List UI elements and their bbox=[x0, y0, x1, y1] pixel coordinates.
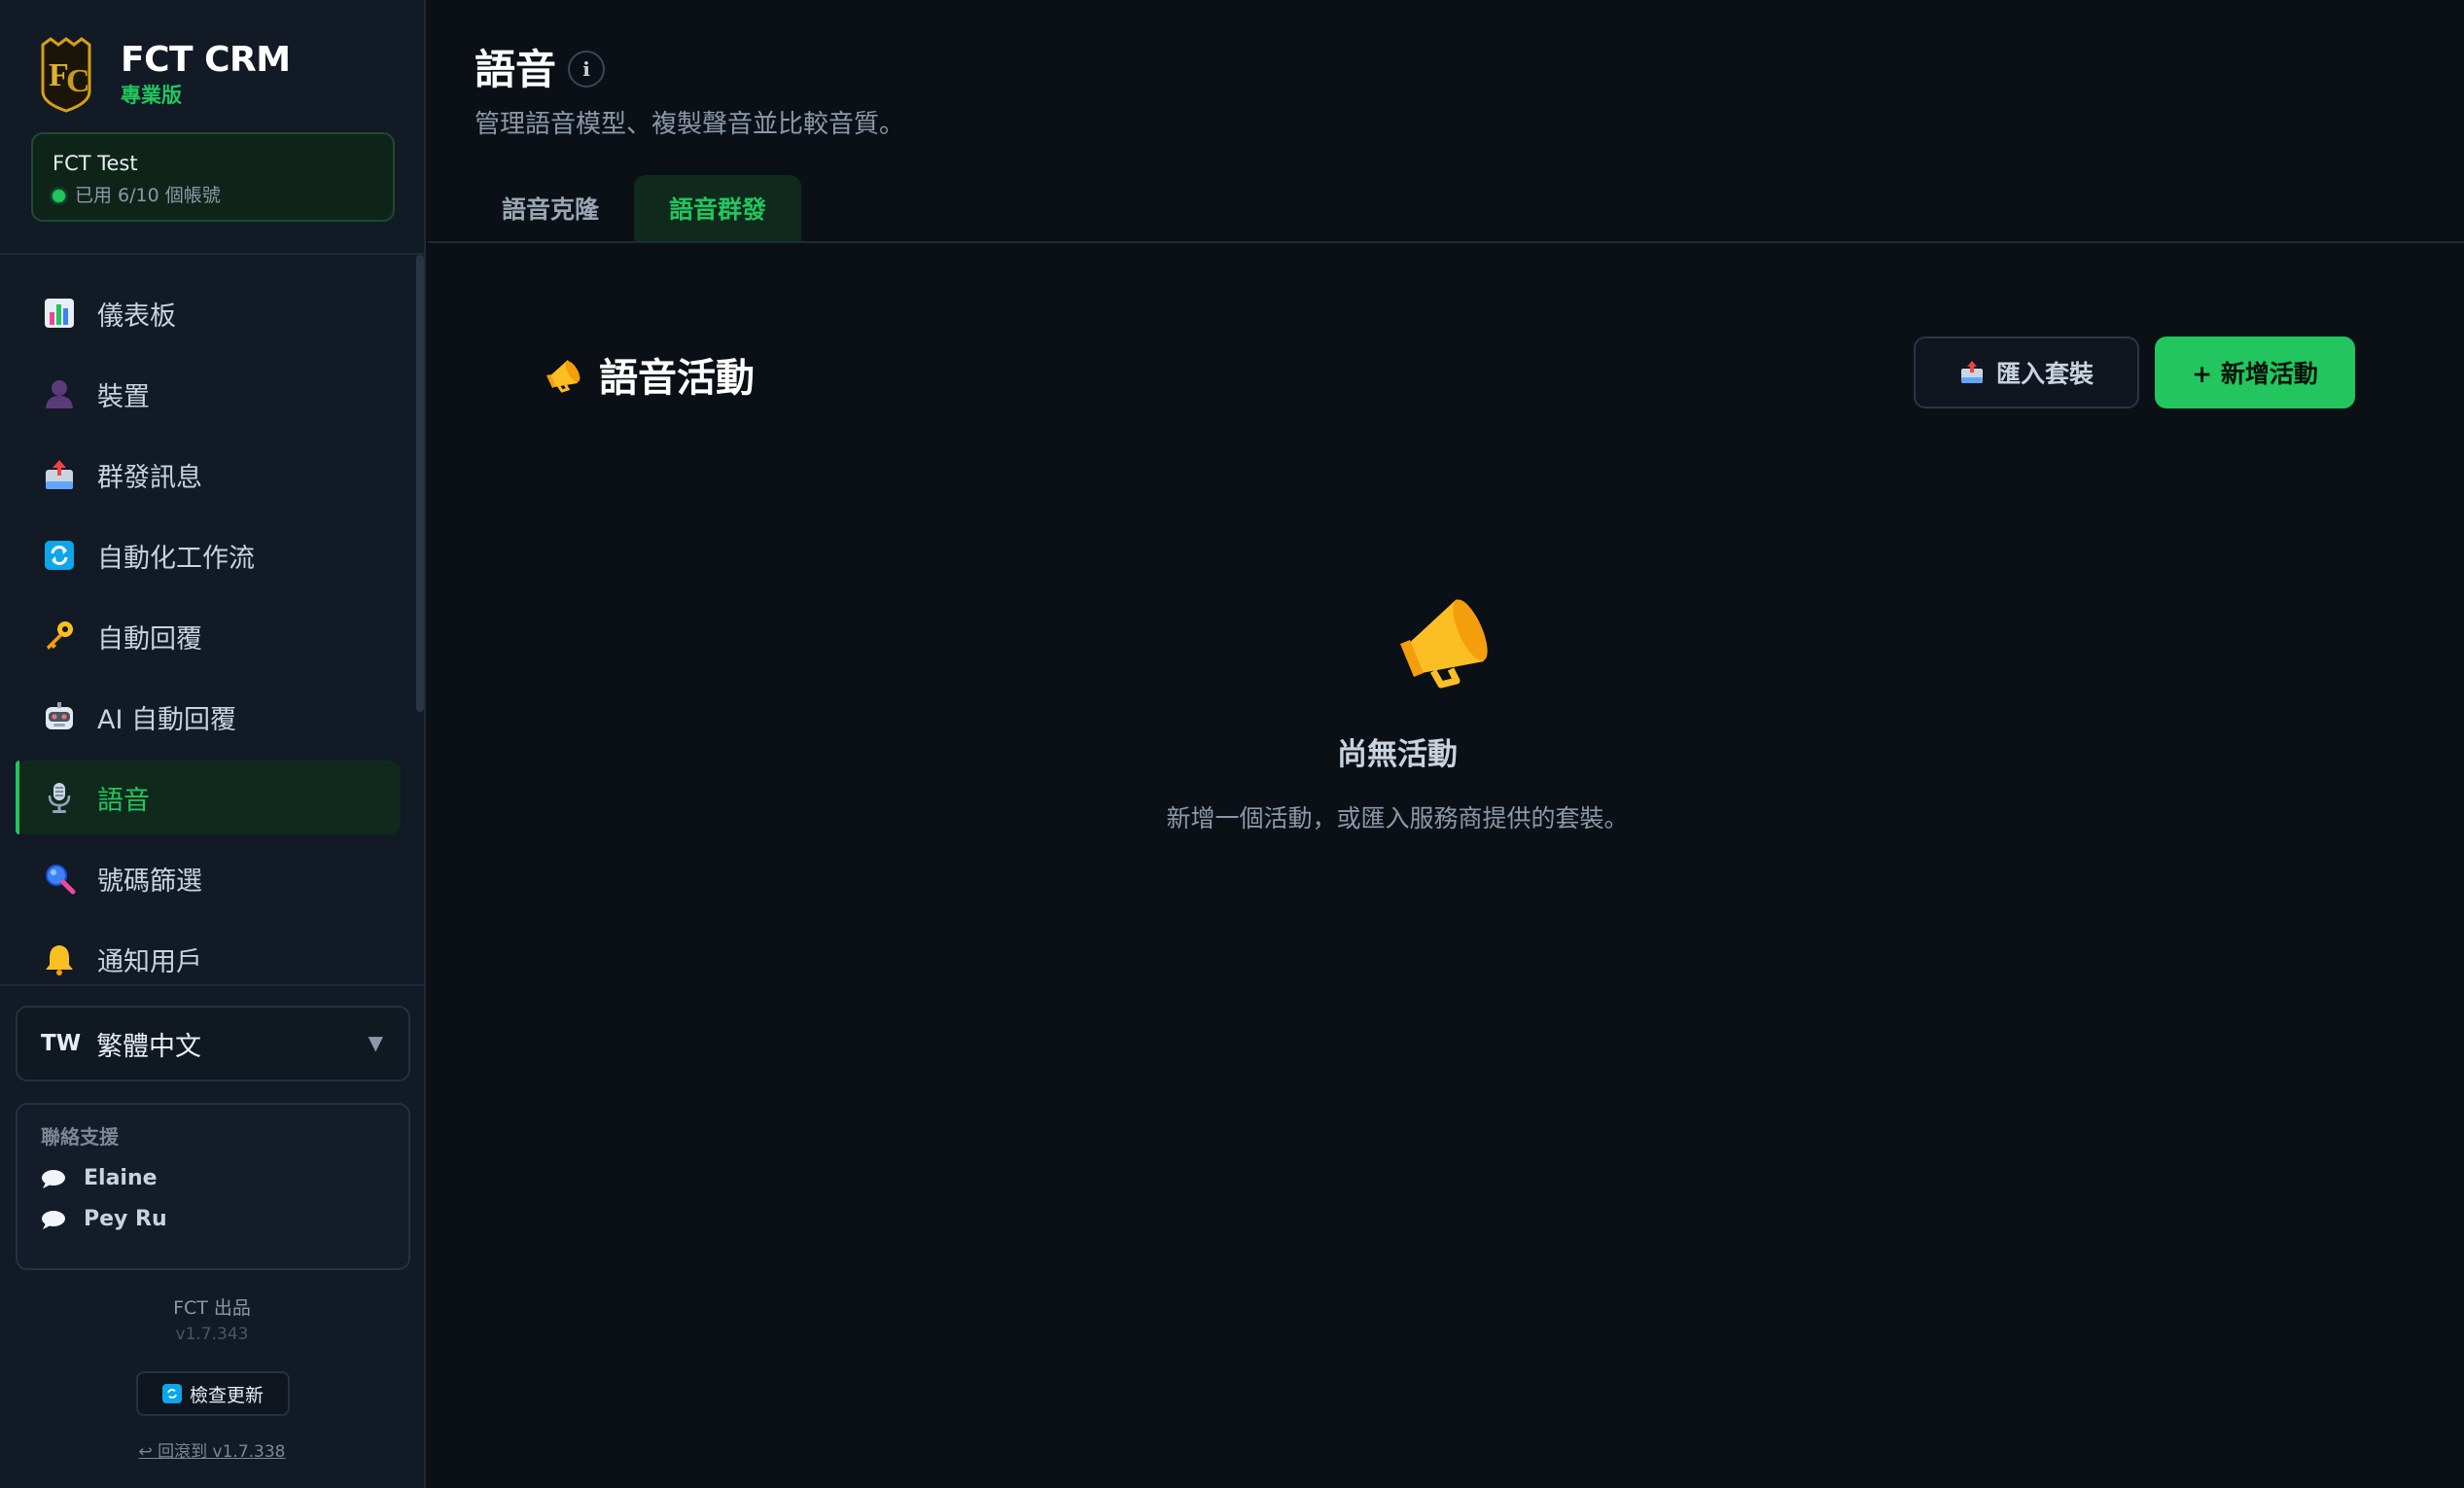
chart-icon bbox=[43, 297, 76, 330]
rollback-link[interactable]: ↩ 回滾到 v1.7.338 bbox=[0, 1437, 424, 1462]
sidebar-item-label: 號碼篩選 bbox=[97, 866, 202, 897]
svg-text:C: C bbox=[66, 63, 90, 99]
chat-bubble-icon bbox=[42, 1211, 65, 1229]
page-title: 語音 bbox=[475, 46, 557, 93]
support-contact-elaine[interactable]: Elaine bbox=[41, 1165, 385, 1192]
caret-down-icon: ▼ bbox=[368, 1031, 383, 1054]
account-card[interactable]: FCT Test 已用 6/10 個帳號 bbox=[31, 132, 395, 222]
support-contact-name: Pey Ru bbox=[84, 1207, 167, 1231]
megaphone-icon bbox=[546, 360, 581, 393]
check-update-label: 檢查更新 bbox=[189, 1384, 264, 1406]
tab-bar-divider bbox=[428, 241, 2464, 243]
sidebar-item-voice[interactable]: 語音 bbox=[16, 761, 401, 834]
sidebar-item-label: AI 自動回覆 bbox=[97, 704, 237, 735]
brand[interactable]: F C FCT CRM 專業版 bbox=[39, 35, 291, 113]
sidebar-item-label: 裝置 bbox=[97, 381, 150, 412]
brand-edition: 專業版 bbox=[121, 84, 182, 107]
status-dot-icon bbox=[53, 189, 65, 202]
sidebar-item-automation[interactable]: 自動化工作流 bbox=[16, 518, 401, 592]
sidebar-item-dashboard[interactable]: 儀表板 bbox=[16, 276, 401, 350]
inbox-tray-icon bbox=[43, 458, 76, 491]
sidebar-item-label: 通知用戶 bbox=[97, 946, 202, 977]
sidebar-divider bbox=[0, 984, 424, 986]
support-card: 聯絡支援 Elaine Pey Ru bbox=[16, 1103, 410, 1270]
sidebar-item-label: 自動化工作流 bbox=[97, 543, 255, 574]
sidebar: F C FCT CRM 專業版 FCT Test 已用 6/10 個帳號 儀表板… bbox=[0, 0, 426, 1488]
account-usage: 已用 6/10 個帳號 bbox=[53, 183, 373, 208]
inbox-tray-icon bbox=[1960, 361, 1983, 383]
key-icon bbox=[43, 620, 76, 653]
refresh-icon bbox=[161, 1384, 182, 1403]
sidebar-item-label: 自動回覆 bbox=[97, 623, 202, 655]
section-header: 語音活動 bbox=[543, 346, 755, 403]
support-title: 聯絡支援 bbox=[41, 1125, 119, 1149]
sidebar-item-label: 語音 bbox=[97, 785, 150, 816]
empty-state-title: 尚無活動 bbox=[1337, 737, 1458, 772]
sidebar-nav: 儀表板 裝置 群發訊息 自動化工作流 自動回覆 AI 自動回覆 語音 號碼篩選 … bbox=[16, 276, 401, 1003]
check-update-button[interactable]: 檢查更新 bbox=[136, 1371, 290, 1416]
person-silhouette-icon bbox=[43, 377, 76, 410]
support-contact-pey-ru[interactable]: Pey Ru bbox=[41, 1206, 385, 1233]
brand-title: FCT CRM bbox=[121, 40, 291, 80]
main-content: 語音 i 管理語音模型、複製聲音並比較音質。 語音克隆 語音群發 語音活動 匯入… bbox=[428, 0, 2464, 1488]
sidebar-scrollbar[interactable] bbox=[416, 255, 424, 712]
language-label: 繁體中文 bbox=[96, 1031, 202, 1062]
tab-bar: 語音克隆 語音群發 bbox=[467, 175, 802, 241]
microphone-icon bbox=[43, 781, 76, 814]
made-by-label: FCT 出品 bbox=[173, 1297, 251, 1319]
sidebar-item-label: 群發訊息 bbox=[97, 462, 202, 493]
empty-state-description: 新增一個活動，或匯入服務商提供的套裝。 bbox=[1166, 804, 1629, 833]
account-name: FCT Test bbox=[53, 152, 138, 175]
refresh-icon bbox=[43, 539, 76, 572]
sidebar-divider bbox=[0, 253, 424, 255]
language-flag: TW bbox=[41, 1031, 82, 1056]
sidebar-item-ai-auto-reply[interactable]: AI 自動回覆 bbox=[16, 680, 401, 754]
fct-logo-icon: F C bbox=[41, 37, 91, 113]
account-usage-label: 已用 6/10 個帳號 bbox=[75, 185, 221, 206]
add-campaign-button[interactable]: + 新增活動 bbox=[2155, 337, 2355, 408]
magnifier-icon bbox=[43, 862, 76, 895]
support-contact-name: Elaine bbox=[84, 1166, 158, 1190]
megaphone-icon bbox=[1400, 599, 1488, 689]
sidebar-item-devices[interactable]: 裝置 bbox=[16, 357, 401, 431]
sidebar-item-number-filter[interactable]: 號碼篩選 bbox=[16, 841, 401, 915]
version-label: v1.7.343 bbox=[175, 1325, 249, 1344]
bell-icon bbox=[43, 942, 76, 975]
sidebar-item-auto-reply[interactable]: 自動回覆 bbox=[16, 599, 401, 673]
robot-icon bbox=[43, 700, 76, 733]
info-icon[interactable]: i bbox=[568, 51, 605, 88]
sidebar-item-broadcast[interactable]: 群發訊息 bbox=[16, 438, 401, 512]
language-select[interactable]: TW 繁體中文 ▼ bbox=[16, 1006, 410, 1081]
import-package-button[interactable]: 匯入套裝 bbox=[1914, 337, 2139, 408]
sidebar-item-label: 儀表板 bbox=[97, 301, 176, 332]
section-title: 語音活動 bbox=[599, 356, 755, 401]
tab-voice-clone[interactable]: 語音克隆 bbox=[467, 175, 634, 241]
page-subtitle: 管理語音模型、複製聲音並比較音質。 bbox=[475, 110, 905, 139]
chat-bubble-icon bbox=[42, 1170, 65, 1188]
tab-voice-broadcast[interactable]: 語音群發 bbox=[634, 175, 802, 241]
import-package-label: 匯入套裝 bbox=[1995, 360, 2094, 388]
